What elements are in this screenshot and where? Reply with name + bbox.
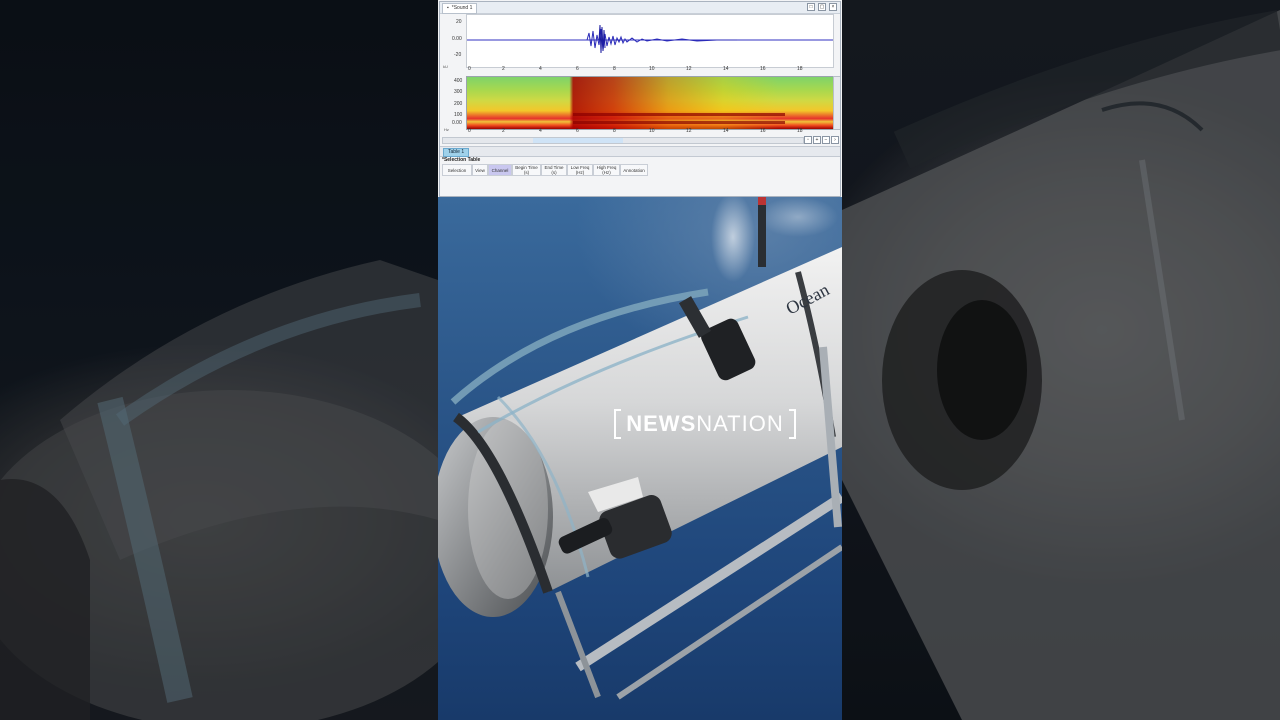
spec-xtick: 6 [576,128,579,134]
wave-xtick: 6 [576,66,579,72]
wave-yunit: kU [443,64,448,69]
sound-file-icon: ▪ [447,5,449,11]
column-header[interactable]: Channel [488,164,512,176]
spec-xtick: 4 [539,128,542,134]
selection-table-title: *Selection Table [442,157,481,163]
spectrogram-view[interactable] [466,76,834,130]
close-icon[interactable]: × [829,3,837,11]
spec-xtick: 16 [760,128,766,134]
logo-bracket-right [789,409,796,439]
wave-xtick: 8 [613,66,616,72]
zoom-fit-icon[interactable]: ▫ [804,136,812,144]
sound-tab-label: *Sound 1 [451,5,473,11]
column-header[interactable]: End Time (s) [541,164,567,176]
wave-xtick: 14 [723,66,729,72]
wave-xtick: 10 [649,66,655,72]
column-header[interactable]: Low Freq (Hz) [567,164,593,176]
spec-xtick: 2 [502,128,505,134]
blurred-background-left [0,0,438,720]
spec-xtick: 14 [723,128,729,134]
window-titlebar: ▪ *Sound 1 □ ▢ × [440,2,840,14]
window-controls: □ ▢ × [807,3,837,11]
logo-news: NEWS [626,411,697,436]
column-header[interactable]: Annotation [620,164,648,176]
wave-ytick: 20 [456,19,462,25]
waveform-view[interactable] [466,14,834,68]
wave-xtick: 18 [797,66,803,72]
spec-xtick: 10 [649,128,655,134]
blurred-background-right [842,0,1280,720]
video-frame: ▪ *Sound 1 □ ▢ × 20 0.00 -20 kU 0 2 4 6 … [438,0,842,720]
spec-ytick: 200 [454,101,463,107]
spec-ytick: 0.00 [452,120,462,126]
wave-xtick: 0 [468,66,471,72]
newsnation-logo: NEWS NATION [614,409,796,439]
spec-yunit: Hz [444,127,449,132]
maximize-icon[interactable]: ▢ [818,3,826,11]
scroll-end-icon[interactable]: › [831,136,839,144]
zoom-out-icon[interactable]: − [822,136,830,144]
scrollbar-thumb[interactable] [533,138,623,143]
spec-ytick: 300 [454,89,463,95]
wave-xtick: 12 [686,66,692,72]
wave-ytick: -20 [454,52,462,58]
spectrogram-band [573,113,786,116]
tab-table-1[interactable]: Table 1 [443,148,470,157]
wave-xtick: 4 [539,66,542,72]
spec-ytick: 400 [454,78,463,84]
spec-xtick: 18 [797,128,803,134]
logo-nation: NATION [696,411,784,436]
wave-xtick: 16 [760,66,766,72]
logo-bracket-left [614,409,621,439]
column-header[interactable]: View [472,164,488,176]
column-header[interactable]: Selection [442,164,472,176]
acoustic-analysis-window: ▪ *Sound 1 □ ▢ × 20 0.00 -20 kU 0 2 4 6 … [438,0,842,197]
spec-xtick: 12 [686,128,692,134]
spectrogram-band [573,121,786,124]
horizontal-scrollbar[interactable] [442,137,804,144]
spec-xtick: 0 [468,128,471,134]
sound-tab[interactable]: ▪ *Sound 1 [442,3,478,14]
submersible-photo: Ocean [438,197,842,720]
zoom-controls: ▫ + − › [804,136,839,144]
wave-xtick: 2 [502,66,505,72]
spec-ytick: 100 [454,112,463,118]
restore-icon[interactable]: □ [807,3,815,11]
spec-xtick: 8 [613,128,616,134]
submersible-illustration: Ocean [438,197,842,700]
column-header[interactable]: Begin Time (s) [512,164,541,176]
zoom-in-icon[interactable]: + [813,136,821,144]
table-tabs: Table 1 [440,146,840,157]
wave-ytick: 0.00 [452,36,462,42]
selection-table-header: Selection View Channel Begin Time (s) En… [442,164,648,176]
waveform-plot [467,24,833,54]
column-header[interactable]: High Freq (Hz) [593,164,620,176]
spectrogram-vertical-scroll[interactable] [833,76,841,130]
